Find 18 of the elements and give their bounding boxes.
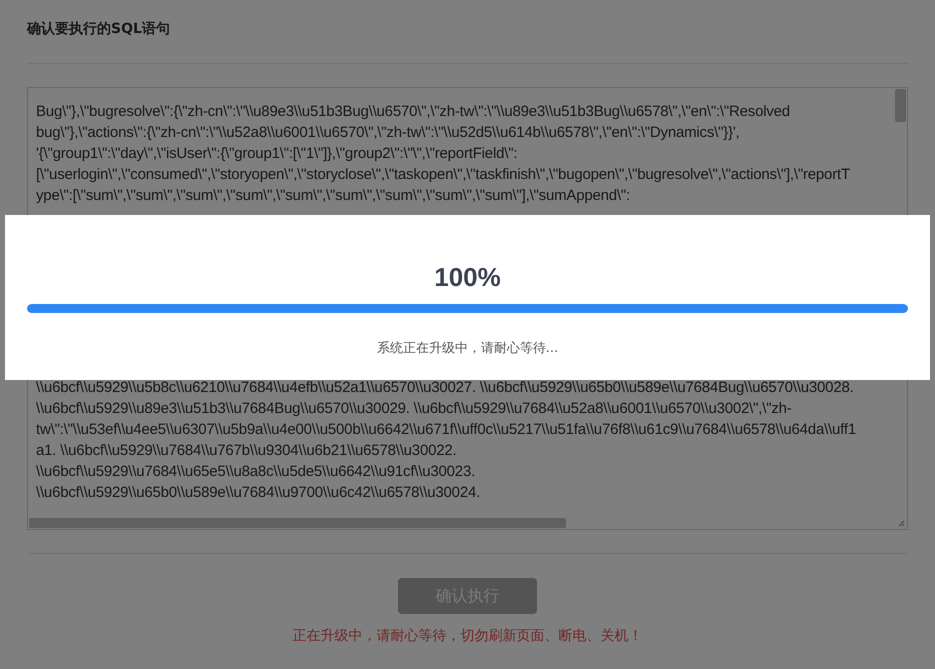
sql-line: tw\":\"\\u53ef\\u4ee5\\u6307\\u5b9a\\u4e00\\u500b\\u6642\\u671f\\uff0c\\u5217\\u51fa\\u76f8\\u61c9\\u7684\\u6578\\u64da\\uff1 <box>36 420 856 440</box>
resize-grip-icon[interactable] <box>898 520 905 527</box>
sql-line: a1. \\u6bcf\\u5929\\u7684\\u767b\\u9304\\u6b21\\u6578\\u30022. <box>36 441 456 461</box>
sql-line: \\u6bcf\\u5929\\u89e3\\u51b3\\u7684Bug\\u6570\\u30029. \\u6bcf\\u5929\\u7684\\u52a8\\u6001\\u6570\\u3002\",\"zh- <box>36 399 792 419</box>
scrollbar-thumb[interactable] <box>895 89 906 122</box>
dialog-title: 确认要执行的SQL语句 <box>27 20 170 38</box>
warning-text: 正在升级中，请耐心等待，切勿刷新页面、断电、关机！ <box>292 627 642 645</box>
sql-line: \\u6bcf\\u5929\\u5b8c\\u6210\\u7684\\u4efb\\u52a1\\u6570\\u30027. \\u6bcf\\u5929\\u65b0\\u589e\\u7684Bug\\u6570\\u30028. <box>36 378 854 398</box>
sql-line: \\u6bcf\\u5929\\u65b0\\u589e\\u7684\\u9700\\u6c42\\u6578\\u30024. <box>36 483 480 503</box>
sql-line: ype\":[\"sum\",\"sum\",\"sum\",\"sum\",\"sum\",\"sum\",\"sum\",\"sum\",\"sum\"],\"sumAppend\": <box>36 186 630 206</box>
sql-line: \\u6bcf\\u5929\\u7684\\u65e5\\u8a8c\\u5de5\\u6642\\u91cf\\u30023. <box>36 462 476 482</box>
scrollbar-thumb[interactable] <box>29 518 566 528</box>
sql-line: '{\"group1\":\"day\",\"isUser\":{\"group1\":[\"1\"]},\"group2\":\"\",\"reportField\": <box>36 144 518 164</box>
upgrade-message: 系统正在升级中，请耐心等待... <box>376 340 558 357</box>
sql-line: [\"userlogin\",\"consumed\",\"storyopen\",\"storyclose\",\"taskopen\",\"taskfinish\",\"bugopen\",\"bugresolve\",\"actions\"],\"reportT <box>36 165 850 185</box>
sql-line: Bug\"},\"bugresolve\":{\"zh-cn\":\"\\u89e3\\u51b3Bug\\u6570\",\"zh-tw\":\"\\u89e3\\u51b3Bug\\u6578\",\"en\":\"Resolved <box>36 102 790 122</box>
sql-line: bug\"},\"actions\":{\"zh-cn\":\"\\u52a8\\u6001\\u6570\",\"zh-tw\":\"\\u52d5\\u614b\\u6578\",\"en\":\"Dynamics\"}}', <box>36 123 740 143</box>
progress-percent: 100% <box>434 261 501 293</box>
